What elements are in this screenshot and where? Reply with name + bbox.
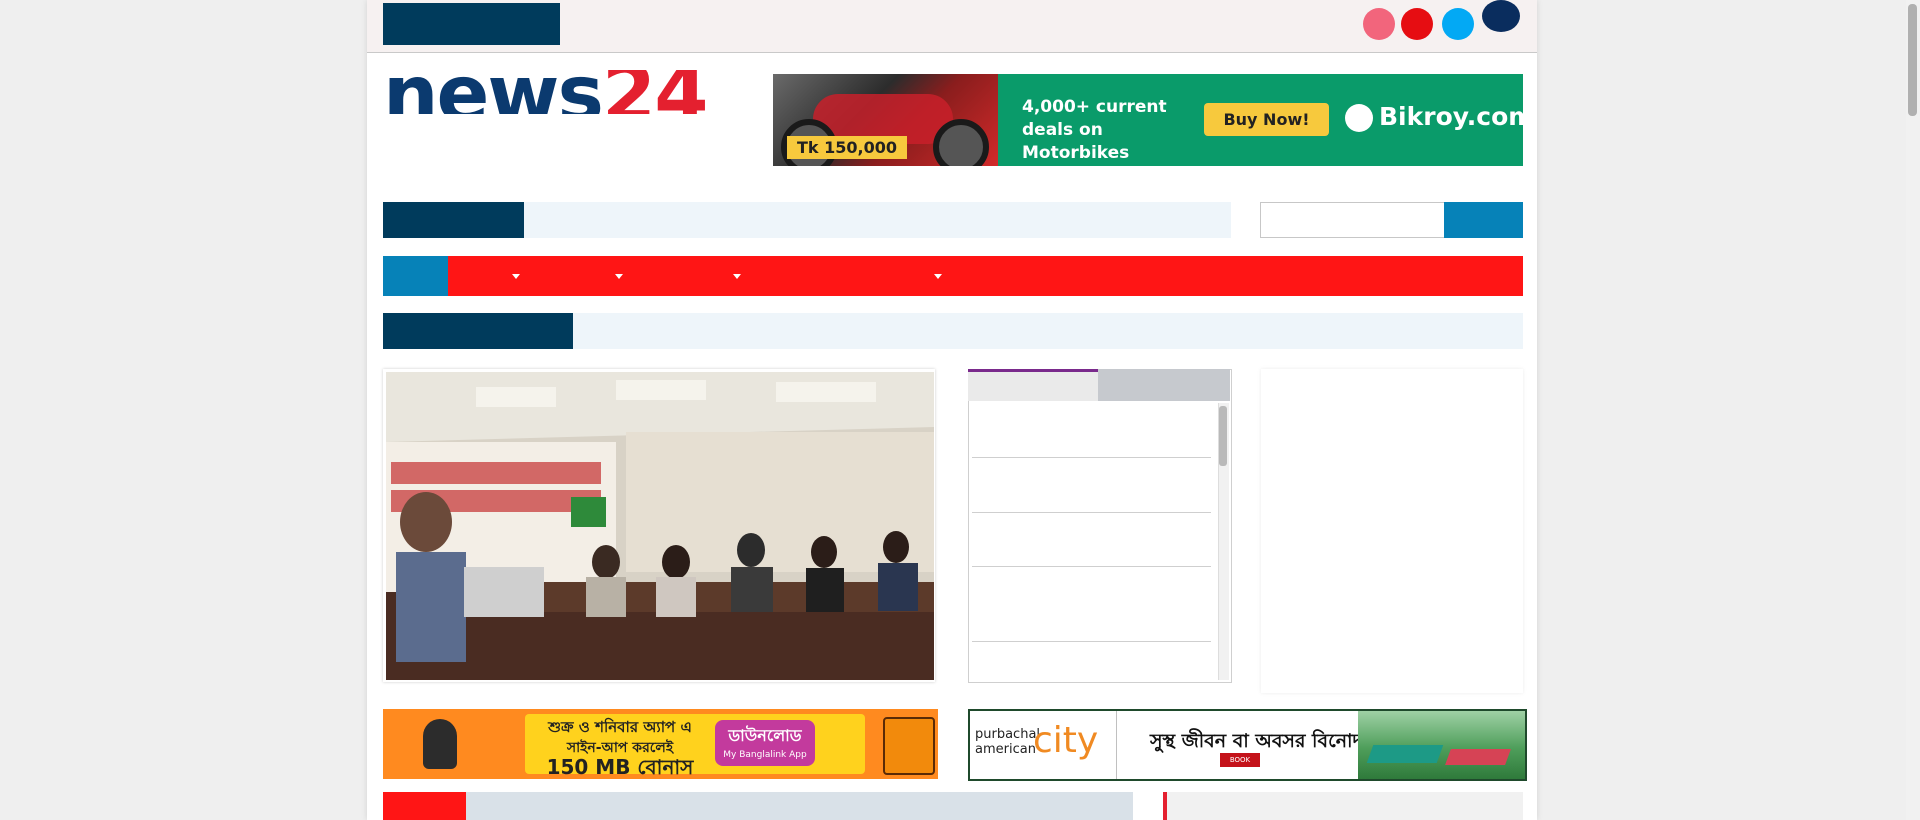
bikroy-logo-icon: [1345, 104, 1373, 132]
sidebar-section-header: [1163, 792, 1523, 820]
main-nav: [383, 256, 1523, 296]
list-divider: [972, 512, 1211, 513]
ad-brand-small: purbachal american: [975, 727, 1041, 757]
search-button[interactable]: [1444, 202, 1523, 238]
ad-figure-image: [423, 719, 457, 769]
widget-scroll-thumb[interactable]: [1219, 406, 1227, 466]
banglalink-logo-icon: [883, 717, 935, 775]
ad-brand-big: city: [1033, 720, 1099, 761]
buy-now-button[interactable]: Buy Now!: [1204, 103, 1329, 136]
date-box: [383, 3, 560, 45]
sidebar-ad-slot: [1261, 369, 1523, 693]
ad-brand: Bikroy.com: [1379, 102, 1523, 131]
banglalink-ad-banner[interactable]: শুক্র ও শনিবার অ্যাপ এ সাইন-আপ করলেই 150…: [383, 709, 938, 779]
latest-ticker: [573, 313, 1523, 349]
logo-news: news: [383, 70, 604, 114]
ad-line-3: 150 MB বোনাস: [546, 755, 694, 779]
window-scrollbar[interactable]: [1906, 0, 1920, 820]
book-now-button[interactable]: BOOK NOW: [1220, 753, 1260, 778]
search-input[interactable]: [1260, 202, 1445, 238]
bikroy-ad-banner[interactable]: Tk 150,000 4,000+ current deals on Motor…: [773, 74, 1523, 166]
tabbed-news-widget: [968, 369, 1232, 683]
motorbike-image: Tk 150,000: [773, 74, 998, 166]
window-scroll-thumb[interactable]: [1908, 4, 1917, 116]
chevron-down-icon[interactable]: [934, 274, 942, 279]
section-header-label: [383, 792, 466, 820]
download-button[interactable]: ডাউনলোড My Banglalink App: [715, 720, 815, 766]
ad-headline: 4,000+ current deals on Motorbikes: [1022, 97, 1167, 163]
logo-number: 24: [602, 70, 709, 114]
tab-latest[interactable]: [968, 369, 1098, 401]
ad-tagline: সুস্থ জীবন বা অবসর বিনোদন !: [1150, 730, 1390, 752]
tab-popular[interactable]: [1098, 369, 1230, 401]
instagram-icon[interactable]: [1363, 8, 1395, 40]
twitter-icon[interactable]: [1442, 8, 1474, 40]
purbachal-ad-banner[interactable]: purbachal american city সুস্থ জীবন বা অব…: [968, 709, 1527, 781]
youtube-icon[interactable]: [1401, 8, 1433, 40]
chevron-down-icon[interactable]: [615, 274, 623, 279]
latest-label: [383, 313, 573, 349]
section-label: [383, 202, 524, 238]
list-divider: [972, 641, 1211, 642]
news-ticker: [524, 202, 1231, 238]
chevron-down-icon[interactable]: [512, 274, 520, 279]
lead-news-image[interactable]: [386, 372, 934, 680]
list-divider: [972, 566, 1211, 567]
nav-home-button[interactable]: [383, 256, 448, 296]
chevron-down-icon[interactable]: [733, 274, 741, 279]
site-logo[interactable]: news24: [383, 70, 735, 114]
page-container: news24 Tk 150,000 4,000+ current deals o…: [367, 0, 1537, 820]
list-divider: [972, 457, 1211, 458]
section-header-bar: [466, 792, 1133, 820]
ad-price: Tk 150,000: [787, 136, 907, 159]
facebook-icon[interactable]: [1482, 0, 1520, 32]
